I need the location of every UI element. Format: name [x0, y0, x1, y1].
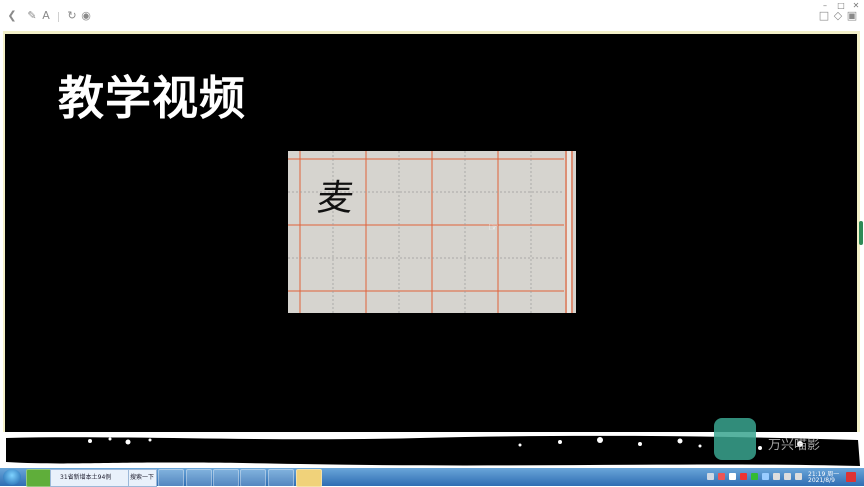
handwritten-character: 麦	[314, 178, 357, 219]
maximize-icon[interactable]: □	[836, 1, 846, 10]
watermark-text: 万兴喵影	[768, 438, 821, 453]
tray-icon-1[interactable]	[707, 473, 714, 480]
taskbar-app-6[interactable]	[268, 469, 294, 487]
clock-date[interactable]: 2021/8/9	[808, 477, 835, 484]
ie-task-label: 31省新增本土94例	[60, 474, 112, 481]
teaching-video[interactable]: 麦	[288, 151, 576, 313]
tray-icon-2[interactable]	[718, 473, 725, 480]
back-icon[interactable]: ❮	[6, 10, 18, 22]
tray-icon-6[interactable]	[762, 473, 769, 480]
taskbar-app-2[interactable]	[158, 469, 184, 487]
toolbar-divider	[58, 12, 59, 22]
tray-icon-3[interactable]	[729, 473, 736, 480]
cube-icon[interactable]: ◇	[832, 10, 844, 22]
scrollbar-thumb[interactable]	[859, 221, 863, 245]
top-toolbar: ❮ ✎ A ↻ ◉ □ ◇ ▣ – □ ✕	[0, 0, 864, 32]
minimize-icon[interactable]: –	[820, 1, 830, 10]
folder-icon[interactable]	[296, 469, 322, 487]
taskbar-app-3[interactable]	[186, 469, 212, 487]
volume-icon[interactable]	[784, 473, 791, 480]
start-button[interactable]	[3, 469, 21, 485]
tray-icon-5[interactable]	[751, 473, 758, 480]
search-button-label: 搜索一下	[130, 474, 155, 481]
language-icon[interactable]	[795, 473, 802, 480]
taskbar-app-4[interactable]	[213, 469, 239, 487]
watermark-logo-icon	[714, 418, 756, 460]
share-icon[interactable]: □	[818, 10, 830, 22]
edit-icon[interactable]: ✎	[26, 10, 38, 22]
app-icon-1[interactable]	[26, 469, 52, 487]
tray-icon-4[interactable]	[740, 473, 747, 480]
hand-cursor-icon: ☞	[488, 220, 499, 234]
expand-icon[interactable]: ▣	[846, 10, 858, 22]
refresh-icon[interactable]: ↻	[66, 10, 78, 22]
notification-icon[interactable]	[846, 472, 856, 482]
slide-title: 教学视频	[58, 71, 246, 125]
network-icon[interactable]	[773, 473, 780, 480]
close-icon[interactable]: ✕	[851, 1, 861, 10]
compass-icon[interactable]: ◉	[80, 10, 92, 22]
font-icon[interactable]: A	[40, 10, 52, 22]
wps-icon[interactable]	[240, 469, 266, 487]
